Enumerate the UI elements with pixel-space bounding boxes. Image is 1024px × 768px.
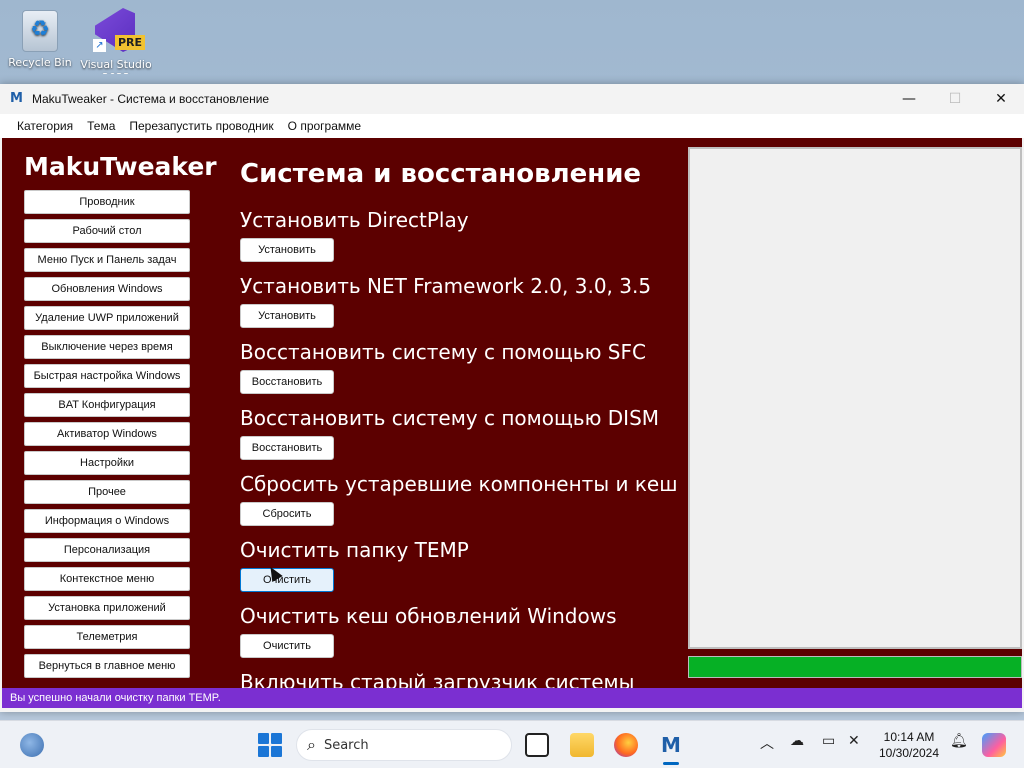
widgets-icon[interactable] xyxy=(20,733,44,757)
visual-studio-icon: PRE ↗ xyxy=(93,8,145,54)
preview-badge: PRE xyxy=(114,35,145,50)
section-clear-update-cache: Очистить кеш обновлений Windows Очистить xyxy=(240,604,617,658)
section-title: Включить старый загрузчик системы xyxy=(240,670,635,688)
log-output-box[interactable] xyxy=(688,147,1022,649)
sidebar-item-desktop[interactable]: Рабочий стол xyxy=(24,219,190,243)
section-title: Сбросить устаревшие компоненты и кеш Wi xyxy=(240,472,676,496)
menu-category[interactable]: Категория xyxy=(10,119,80,133)
file-explorer-icon[interactable] xyxy=(570,733,594,757)
restore-dism-button[interactable]: Восстановить xyxy=(240,436,334,460)
progress-bar xyxy=(688,656,1022,678)
progress-fill xyxy=(689,657,1021,677)
close-button[interactable]: ✕ xyxy=(978,84,1024,114)
status-bar: Вы успешно начали очистку папки TEMP. xyxy=(2,688,1022,708)
section-title: Очистить папку TEMP xyxy=(240,538,469,562)
sidebar-item-uwp-removal[interactable]: Удаление UWP приложений xyxy=(24,306,190,330)
sidebar-item-personalization[interactable]: Персонализация xyxy=(24,538,190,562)
sidebar-item-start-taskbar[interactable]: Меню Пуск и Панель задач xyxy=(24,248,190,272)
window-title: MakuTweaker - Система и восстановление xyxy=(32,92,270,106)
main-area: Система и восстановление Установить Dire… xyxy=(240,138,676,688)
page-title: Система и восстановление xyxy=(240,159,642,189)
sidebar-item-quick-setup[interactable]: Быстрая настройка Windows xyxy=(24,364,190,388)
sidebar-item-settings[interactable]: Настройки xyxy=(24,451,190,475)
firefox-icon[interactable] xyxy=(614,733,638,757)
network-icon[interactable]: ☁ xyxy=(790,733,804,749)
reset-components-button[interactable]: Сбросить xyxy=(240,502,334,526)
section-title: Установить DirectPlay xyxy=(240,208,469,232)
clock-time: 10:14 AM xyxy=(883,730,935,744)
menu-theme[interactable]: Тема xyxy=(80,119,122,133)
section-legacy-bootloader: Включить старый загрузчик системы xyxy=(240,670,634,688)
clear-update-cache-button[interactable]: Очистить xyxy=(240,634,334,658)
section-dism: Восстановить систему с помощью DISM Восс… xyxy=(240,406,659,460)
install-directplay-button[interactable]: Установить xyxy=(240,238,334,262)
sidebar-item-other[interactable]: Прочее xyxy=(24,480,190,504)
menu-about[interactable]: О программе xyxy=(281,119,368,133)
system-clock[interactable]: 10:14 AM 10/30/2024 xyxy=(868,729,950,761)
minimize-button[interactable]: — xyxy=(886,84,932,114)
app-brand: MakuTweaker xyxy=(24,152,217,181)
install-netframework-button[interactable]: Установить xyxy=(240,304,334,328)
section-directplay: Установить DirectPlay Установить xyxy=(240,208,469,262)
task-view-icon[interactable] xyxy=(525,733,549,757)
sidebar-item-windows-info[interactable]: Информация о Windows xyxy=(24,509,190,533)
menu-restart-explorer[interactable]: Перезапустить проводник xyxy=(122,119,280,133)
taskbar-search[interactable]: ⌕ Search xyxy=(296,729,512,761)
sidebar-item-windows-update[interactable]: Обновления Windows xyxy=(24,277,190,301)
desktop-icon-label: Recycle Bin xyxy=(8,56,72,69)
display-icon[interactable]: ▭ xyxy=(822,733,835,749)
sidebar-item-bat-config[interactable]: BAT Конфигурация xyxy=(24,393,190,417)
recycle-bin-icon xyxy=(22,10,58,52)
section-title: Установить NET Framework 2.0, 3.0, 3.5 xyxy=(240,274,652,298)
title-bar[interactable]: M MakuTweaker - Система и восстановление… xyxy=(0,84,1024,114)
sidebar-item-telemetry[interactable]: Телеметрия xyxy=(24,625,190,649)
clock-date: 10/30/2024 xyxy=(878,746,940,760)
makutweaker-taskbar-icon[interactable]: M xyxy=(659,733,683,765)
desktop-icon-label: Visual Studio 2022 Preview xyxy=(80,58,152,74)
sidebar-item-back-to-main[interactable]: Вернуться в главное меню xyxy=(24,654,190,678)
sidebar-nav: Проводник Рабочий стол Меню Пуск и Панел… xyxy=(24,190,190,683)
section-title: Восстановить систему с помощью DISM xyxy=(240,406,660,430)
sidebar-item-app-install[interactable]: Установка приложений xyxy=(24,596,190,620)
section-reset-components: Сбросить устаревшие компоненты и кеш Wi … xyxy=(240,472,676,526)
content-panel: MakuTweaker Проводник Рабочий стол Меню … xyxy=(2,138,1022,688)
sidebar-item-context-menu[interactable]: Контекстное меню xyxy=(24,567,190,591)
section-netframework: Установить NET Framework 2.0, 3.0, 3.5 У… xyxy=(240,274,651,328)
shortcut-arrow-icon: ↗ xyxy=(93,39,106,52)
restore-sfc-button[interactable]: Восстановить xyxy=(240,370,334,394)
sidebar-item-shutdown-timer[interactable]: Выключение через время xyxy=(24,335,190,359)
chevron-up-icon[interactable]: ︿ xyxy=(760,733,774,753)
app-window: M MakuTweaker - Система и восстановление… xyxy=(0,84,1024,712)
clear-temp-button[interactable]: Очистить xyxy=(240,568,334,592)
search-placeholder: Search xyxy=(323,737,369,753)
copilot-icon[interactable] xyxy=(982,733,1006,757)
makutweaker-icon: M xyxy=(10,91,23,106)
section-title: Очистить кеш обновлений Windows xyxy=(240,604,617,628)
taskbar: ⌕ Search M ︿ ☁ ▭ ✕ 10:14 AM 10/30/2024 🔔… xyxy=(0,720,1024,768)
maximize-button[interactable]: ☐ xyxy=(932,84,978,114)
search-icon: ⌕ xyxy=(307,735,316,754)
sidebar-item-explorer[interactable]: Проводник xyxy=(24,190,190,214)
menu-bar: Категория Тема Перезапустить проводник О… xyxy=(0,114,1024,138)
desktop-icon-visual-studio[interactable]: PRE ↗ Visual Studio 2022 Preview xyxy=(80,8,152,74)
section-sfc: Восстановить систему с помощью SFC Восст… xyxy=(240,340,646,394)
volume-muted-icon[interactable]: ✕ xyxy=(848,733,860,749)
section-title: Восстановить систему с помощью SFC xyxy=(240,340,646,364)
notification-bell-icon[interactable]: 🔔︎ xyxy=(950,733,968,749)
start-button[interactable] xyxy=(258,733,282,757)
desktop-icon-recycle-bin[interactable]: Recycle Bin xyxy=(4,10,76,69)
sidebar-item-activator[interactable]: Активатор Windows xyxy=(24,422,190,446)
